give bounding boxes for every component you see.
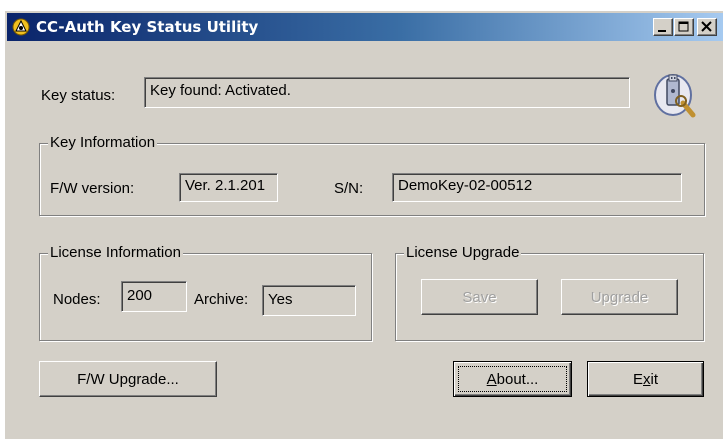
app-window: CC-Auth Key Status Utility Key status: K…	[4, 10, 723, 439]
license-information-title: License Information	[48, 243, 183, 263]
maximize-icon	[678, 21, 689, 32]
maximize-button[interactable]	[674, 18, 694, 36]
license-upgrade-title: License Upgrade	[404, 243, 522, 263]
usb-key-search-icon	[654, 74, 696, 118]
exit-button[interactable]: Exit	[587, 361, 704, 397]
archive-field: Yes	[262, 285, 356, 316]
upgrade-button[interactable]: Upgrade	[561, 279, 678, 315]
archive-label: Archive:	[194, 291, 249, 308]
fw-version-label: F/W version:	[50, 180, 135, 197]
app-shield-icon	[12, 18, 30, 36]
exit-button-label: Exit	[632, 370, 658, 388]
key-status-field: Key found: Activated.	[144, 77, 630, 108]
key-status-label: Key status:	[41, 87, 116, 104]
sn-label: S/N:	[334, 180, 364, 197]
fw-upgrade-button[interactable]: F/W Upgrade...	[39, 361, 217, 397]
window-title: CC-Auth Key Status Utility	[36, 18, 259, 36]
close-icon	[701, 21, 712, 32]
minimize-icon	[658, 30, 666, 32]
focus-rectangle	[458, 366, 567, 392]
key-information-title: Key Information	[48, 133, 158, 153]
about-button[interactable]: About...	[453, 361, 572, 397]
fw-version-field: Ver. 2.1.201	[179, 173, 278, 202]
nodes-field: 200	[121, 281, 187, 312]
nodes-label: Nodes:	[53, 291, 101, 308]
sn-field: DemoKey-02-00512	[392, 173, 682, 202]
minimize-button[interactable]	[653, 18, 673, 36]
close-button[interactable]	[697, 18, 717, 36]
save-button[interactable]: Save	[421, 279, 538, 315]
title-bar[interactable]: CC-Auth Key Status Utility	[7, 13, 723, 41]
